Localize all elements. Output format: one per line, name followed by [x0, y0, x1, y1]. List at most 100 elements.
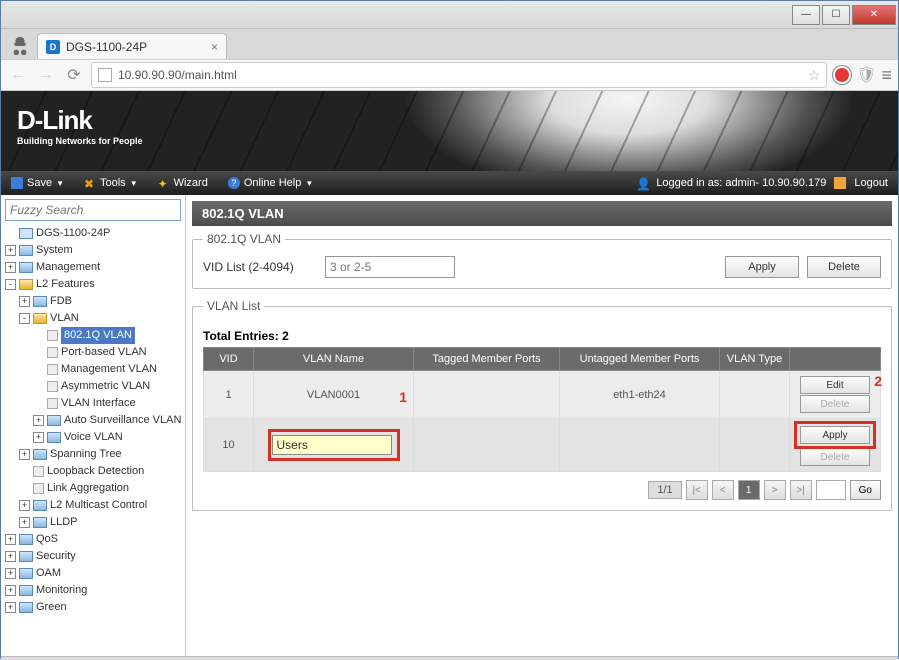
tree-l2mc[interactable]: L2 Multicast Control: [50, 499, 147, 511]
folder-icon: [33, 296, 47, 307]
logout-link[interactable]: Logout: [854, 177, 888, 189]
expand-icon[interactable]: +: [19, 449, 30, 460]
tree-management[interactable]: Management: [36, 261, 100, 273]
tree-lldp[interactable]: LLDP: [50, 516, 78, 528]
tree-mgmt-vlan[interactable]: Management VLAN: [61, 363, 157, 375]
tree-8021q-vlan[interactable]: 802.1Q VLAN: [61, 327, 135, 344]
expand-icon[interactable]: +: [33, 415, 44, 426]
annotation-1: 1: [399, 389, 407, 405]
pager-first-button[interactable]: |<: [686, 480, 708, 500]
folder-icon: [19, 262, 33, 273]
expand-icon[interactable]: +: [33, 432, 44, 443]
tree-system[interactable]: System: [36, 244, 73, 256]
browser-menu-icon[interactable]: ≡: [881, 65, 892, 86]
tree-voice[interactable]: Voice VLAN: [64, 431, 123, 443]
apply-button[interactable]: Apply: [725, 256, 799, 278]
pager-input[interactable]: [816, 480, 846, 500]
delete-button[interactable]: Delete: [807, 256, 881, 278]
tree-port-vlan[interactable]: Port-based VLAN: [61, 346, 147, 358]
wizard-icon: ✦: [158, 177, 170, 189]
window-close-button[interactable]: [852, 5, 896, 25]
reload-button[interactable]: ⟳: [63, 64, 85, 86]
browser-tab[interactable]: D DGS-1100-24P ×: [37, 33, 227, 59]
tree-stp[interactable]: Spanning Tree: [50, 448, 122, 460]
pager-next-button[interactable]: >: [764, 480, 786, 500]
back-button[interactable]: ←: [7, 64, 29, 86]
row-delete-button[interactable]: Delete: [800, 448, 870, 466]
shield-icon[interactable]: 🛡: [857, 66, 875, 84]
expand-icon[interactable]: +: [19, 517, 30, 528]
row-delete-button[interactable]: Delete: [800, 395, 870, 413]
folder-icon: [33, 500, 47, 511]
pager-page-1[interactable]: 1: [738, 480, 760, 500]
forward-button[interactable]: →: [35, 64, 57, 86]
tree-qos[interactable]: QoS: [36, 533, 58, 545]
logout-icon: [834, 177, 846, 189]
expand-icon[interactable]: +: [5, 551, 16, 562]
menu-help[interactable]: ?Online Help▼: [228, 177, 313, 189]
expand-icon[interactable]: +: [19, 500, 30, 511]
device-icon: [19, 228, 33, 239]
tree-asym-vlan[interactable]: Asymmetric VLAN: [61, 380, 150, 392]
window-minimize-button[interactable]: [792, 5, 820, 25]
expand-icon[interactable]: +: [5, 602, 16, 613]
expand-icon[interactable]: +: [19, 296, 30, 307]
tree-security[interactable]: Security: [36, 550, 76, 562]
brand-logo: D-Link Building Networks for People: [17, 105, 143, 146]
page-icon: [33, 483, 44, 494]
collapse-icon[interactable]: -: [5, 279, 16, 290]
vid-input[interactable]: [325, 256, 455, 278]
tree-loopback[interactable]: Loopback Detection: [47, 465, 144, 477]
expand-icon[interactable]: +: [5, 245, 16, 256]
folder-icon: [47, 415, 61, 426]
vlan-list-fieldset: VLAN List Total Entries: 2 VID VLAN Name…: [192, 299, 892, 511]
tree-monitoring[interactable]: Monitoring: [36, 584, 87, 596]
page-icon: [47, 398, 58, 409]
row-apply-button[interactable]: Apply: [800, 426, 870, 444]
expand-icon[interactable]: +: [5, 262, 16, 273]
favicon-icon: D: [46, 40, 60, 54]
tree-vlan-if[interactable]: VLAN Interface: [61, 397, 136, 409]
vlan-name-input[interactable]: [272, 435, 392, 455]
menu-wizard[interactable]: ✦Wizard: [158, 177, 208, 189]
folder-icon: [33, 517, 47, 528]
total-entries: Total Entries: 2: [203, 329, 881, 343]
tree-root[interactable]: DGS-1100-24P: [36, 227, 110, 239]
extension-icon[interactable]: [833, 66, 851, 84]
bookmark-star-icon[interactable]: ☆: [808, 67, 821, 84]
expand-icon[interactable]: +: [5, 534, 16, 545]
tree-vlan[interactable]: VLAN: [50, 312, 79, 324]
menu-save[interactable]: Save▼: [11, 177, 64, 189]
menu-tools[interactable]: ✖Tools▼: [84, 177, 138, 189]
folder-icon: [47, 432, 61, 443]
edit-button[interactable]: Edit: [800, 376, 870, 394]
table-row: 10 Apply Delete: [204, 419, 881, 472]
banner: D-Link Building Networks for People: [1, 91, 898, 171]
tree-linkagg[interactable]: Link Aggregation: [47, 482, 129, 494]
expand-icon[interactable]: +: [5, 585, 16, 596]
tab-close-icon[interactable]: ×: [211, 40, 218, 54]
folder-icon: [19, 534, 33, 545]
annotation-2: 2: [874, 373, 882, 389]
expand-icon[interactable]: +: [5, 568, 16, 579]
pager-go-button[interactable]: Go: [850, 480, 881, 500]
cell-untagged: eth1-eth24: [559, 371, 719, 419]
tree-oam[interactable]: OAM: [36, 567, 61, 579]
folder-icon: [19, 602, 33, 613]
tree-autosurv[interactable]: Auto Surveillance VLAN: [64, 414, 181, 426]
vlan-list-legend: VLAN List: [203, 299, 264, 313]
folder-icon: [19, 551, 33, 562]
pager-last-button[interactable]: >|: [790, 480, 812, 500]
tree-l2[interactable]: L2 Features: [36, 278, 95, 290]
cell-type: [720, 371, 790, 419]
th-tagged: Tagged Member Ports: [414, 348, 560, 371]
tree-fdb[interactable]: FDB: [50, 295, 72, 307]
search-input[interactable]: [5, 199, 181, 221]
tree-green[interactable]: Green: [36, 601, 67, 613]
collapse-icon[interactable]: -: [19, 313, 30, 324]
address-bar[interactable]: 10.90.90.90/main.html ☆: [91, 62, 827, 88]
pager-prev-button[interactable]: <: [712, 480, 734, 500]
window-maximize-button[interactable]: [822, 5, 850, 25]
page-icon: [47, 347, 58, 358]
login-status: Logged in as: admin- 10.90.90.179: [656, 177, 826, 189]
